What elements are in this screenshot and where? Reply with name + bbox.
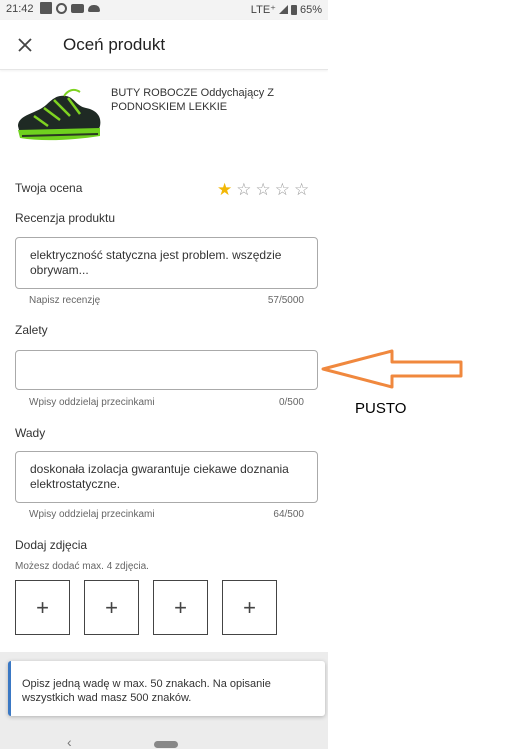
product-name: BUTY ROBOCZE Oddychający Z PODNOSKIEM LE… bbox=[111, 87, 275, 113]
home-icon[interactable] bbox=[154, 741, 178, 748]
circle-notification-icon bbox=[56, 2, 67, 14]
gallery-notification-icon bbox=[71, 3, 84, 13]
cloud-notification-icon bbox=[88, 4, 100, 12]
star-1-icon[interactable]: ★ bbox=[217, 181, 232, 198]
star-2-icon[interactable]: ☆ bbox=[236, 181, 251, 198]
status-right: LTE⁺ 65% bbox=[250, 3, 322, 17]
signal-icon bbox=[278, 5, 288, 14]
annotation-arrow-icon bbox=[321, 349, 463, 389]
status-time: 21:42 bbox=[6, 3, 34, 15]
cons-input-text: doskonała izolacja gwarantuje ciekawe do… bbox=[30, 462, 289, 491]
cons-label: Wady bbox=[15, 426, 46, 440]
star-4-icon[interactable]: ☆ bbox=[275, 181, 290, 198]
pros-input[interactable] bbox=[15, 350, 318, 390]
photos-label: Dodaj zdjęcia bbox=[15, 538, 88, 552]
cons-input[interactable]: doskonała izolacja gwarantuje ciekawe do… bbox=[15, 451, 318, 503]
review-counter: 57/5000 bbox=[267, 295, 304, 306]
pros-label: Zalety bbox=[15, 323, 48, 337]
plus-icon: + bbox=[243, 594, 256, 620]
back-icon[interactable]: ‹ bbox=[67, 734, 72, 749]
add-photo-button-1[interactable]: + bbox=[15, 580, 70, 635]
add-photo-button-2[interactable]: + bbox=[84, 580, 139, 635]
annotation-label: PUSTO bbox=[355, 400, 407, 417]
page-title: Oceń produkt bbox=[63, 35, 166, 54]
add-photo-button-3[interactable]: + bbox=[153, 580, 208, 635]
add-photo-button-4[interactable]: + bbox=[222, 580, 277, 635]
review-input[interactable]: elektryczność statyczna jest problem. ws… bbox=[15, 237, 318, 289]
star-5-icon[interactable]: ☆ bbox=[294, 181, 309, 198]
rating-stars[interactable]: ★ ☆ ☆ ☆ ☆ bbox=[217, 181, 309, 198]
cons-hint: Wpisy oddzielaj przecinkami bbox=[29, 509, 155, 520]
plus-icon: + bbox=[105, 594, 118, 620]
close-icon[interactable] bbox=[14, 34, 36, 56]
phone-screen: 21:42 LTE⁺ 65% Oceń produkt BUTY ROBOCZE bbox=[0, 0, 328, 749]
network-type: LTE⁺ bbox=[250, 4, 276, 16]
star-3-icon[interactable]: ☆ bbox=[256, 181, 271, 198]
pros-counter: 0/500 bbox=[278, 397, 304, 408]
plus-icon: + bbox=[174, 594, 187, 620]
review-hint: Napisz recenzję bbox=[29, 295, 101, 306]
plus-icon: + bbox=[36, 594, 49, 620]
review-input-text: elektryczność statyczna jest problem. ws… bbox=[30, 248, 282, 277]
app-header: Oceń produkt bbox=[0, 20, 328, 70]
hint-tooltip: Opisz jedną wadę w max. 50 znakach. Na o… bbox=[8, 661, 325, 716]
photos-subtitle: Możesz dodać max. 4 zdjęcia. bbox=[15, 561, 149, 572]
battery-level: 65% bbox=[299, 3, 322, 16]
battery-icon bbox=[290, 4, 297, 15]
notification-icons bbox=[40, 2, 100, 14]
pros-hint: Wpisy oddzielaj przecinkami bbox=[29, 397, 155, 408]
cons-counter: 64/500 bbox=[273, 509, 304, 520]
tooltip-text: Opisz jedną wadę w max. 50 znakach. Na o… bbox=[22, 678, 271, 704]
status-bar: 21:42 LTE⁺ 65% bbox=[0, 0, 328, 20]
review-label: Recenzja produktu bbox=[15, 211, 116, 225]
rating-label: Twoja ocena bbox=[15, 181, 83, 195]
app-notification-icon bbox=[40, 2, 52, 14]
